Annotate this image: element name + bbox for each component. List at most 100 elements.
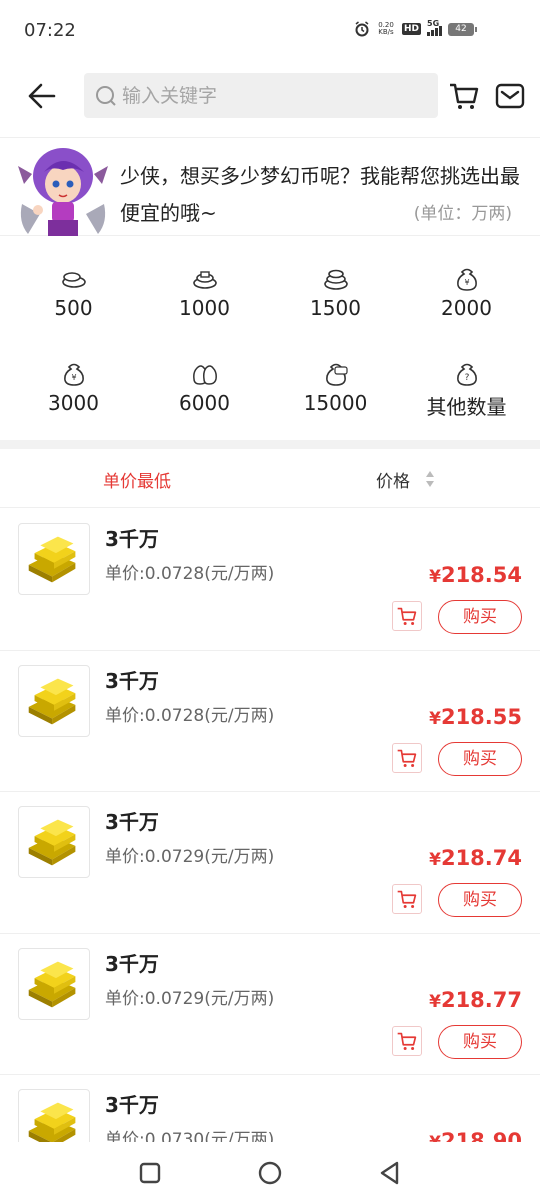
item-unit-price: 单价:0.0729(元/万两) bbox=[105, 988, 275, 1009]
search-box[interactable] bbox=[84, 73, 438, 118]
back-arrow-icon[interactable] bbox=[22, 80, 62, 112]
item-price: ¥218.55 bbox=[429, 705, 522, 729]
add-to-cart-icon[interactable] bbox=[392, 601, 422, 631]
price-value: 218.54 bbox=[440, 563, 522, 587]
home-icon[interactable] bbox=[257, 1160, 283, 1186]
coin-pile-icon bbox=[192, 271, 217, 289]
price-value: 218.77 bbox=[440, 987, 522, 1012]
system-nav-bar bbox=[0, 1142, 540, 1204]
buy-button[interactable]: 购买 bbox=[438, 883, 522, 917]
currency-symbol: ¥ bbox=[429, 708, 441, 729]
item-price: ¥218.90 bbox=[429, 1129, 522, 1142]
coin-stack-icon bbox=[323, 269, 348, 290]
hd-badge: HD bbox=[401, 23, 421, 35]
cart-icon[interactable] bbox=[448, 80, 480, 112]
item-unit-price: 单价:0.0729(元/万两) bbox=[105, 847, 275, 867]
alarm-icon bbox=[355, 21, 369, 37]
amount-label: 15000 bbox=[303, 391, 368, 415]
list-item[interactable]: 3千万 单价:0.0728(元/万两) ¥218.54 购买 bbox=[0, 509, 540, 651]
item-price: ¥218.54 bbox=[429, 563, 522, 587]
price-value: 218.90 bbox=[440, 1129, 522, 1142]
gold-bars-thumbnail bbox=[18, 523, 90, 595]
coin-pile-small-icon bbox=[61, 272, 86, 288]
list-item[interactable]: 3千万 单价:0.0729(元/万两) ¥218.77 购买 bbox=[0, 934, 540, 1075]
currency-symbol: ¥ bbox=[429, 850, 441, 870]
svg-text:?: ? bbox=[464, 373, 469, 383]
amount-label: 2000 bbox=[441, 296, 492, 320]
amount-label: 3000 bbox=[48, 391, 99, 415]
amount-option-6000[interactable]: 6000 bbox=[139, 343, 270, 438]
money-bag-icon: ¥ bbox=[63, 363, 84, 386]
money-bags-icon bbox=[192, 365, 217, 385]
currency-symbol: ¥ bbox=[429, 567, 441, 587]
message-icon[interactable] bbox=[494, 80, 526, 112]
item-unit-price: 单价:0.0730(元/万两) bbox=[105, 1130, 275, 1142]
list-item[interactable]: 3千万 单价:0.0729(元/万两) ¥218.74 购买 bbox=[0, 792, 540, 934]
amount-option-1000[interactable]: 1000 bbox=[139, 248, 270, 343]
recent-apps-icon[interactable] bbox=[137, 1160, 163, 1186]
section-divider bbox=[0, 440, 540, 449]
back-triangle-icon[interactable] bbox=[377, 1160, 403, 1186]
svg-text:¥: ¥ bbox=[464, 278, 469, 287]
item-title: 3千万 bbox=[105, 527, 159, 551]
item-title: 3千万 bbox=[105, 951, 159, 976]
item-price: ¥218.77 bbox=[429, 988, 522, 1012]
list-item[interactable]: 3千万 单价:0.0730(元/万两) ¥218.90 购买 bbox=[0, 1075, 540, 1142]
amount-label: 1000 bbox=[179, 296, 230, 320]
sort-bar: 单价最低 价格 bbox=[0, 449, 540, 508]
buy-button[interactable]: 购买 bbox=[438, 600, 522, 634]
gold-bars-thumbnail bbox=[18, 947, 90, 1020]
buy-button[interactable]: 购买 bbox=[438, 1024, 522, 1059]
gold-bars-thumbnail bbox=[18, 806, 90, 878]
currency-symbol: ¥ bbox=[429, 1133, 441, 1142]
money-bag-icon: ¥ bbox=[456, 268, 477, 291]
sort-price[interactable]: 价格 bbox=[376, 467, 410, 492]
amount-label: 其他数量 bbox=[426, 395, 507, 419]
add-to-cart-icon[interactable] bbox=[392, 742, 422, 773]
add-to-cart-icon[interactable] bbox=[392, 884, 422, 914]
mascot-avatar bbox=[18, 148, 108, 236]
amount-label: 1500 bbox=[310, 296, 361, 320]
currency-symbol: ¥ bbox=[429, 991, 441, 1012]
sort-arrows-icon[interactable] bbox=[424, 469, 436, 489]
sort-lowest-unit-price[interactable]: 单价最低 bbox=[103, 467, 171, 492]
amount-option-other[interactable]: ? 其他数量 bbox=[401, 343, 532, 438]
battery-icon: 42 bbox=[448, 22, 477, 36]
svg-text:¥: ¥ bbox=[71, 373, 76, 382]
amount-option-3000[interactable]: ¥ 3000 bbox=[8, 343, 139, 438]
amount-option-500[interactable]: 500 bbox=[8, 248, 139, 343]
list-item[interactable]: 3千万 单价:0.0728(元/万两) ¥218.55 购买 bbox=[0, 651, 540, 792]
header bbox=[0, 62, 540, 138]
gold-bars-thumbnail bbox=[18, 1089, 90, 1142]
money-bag-max-icon bbox=[325, 363, 348, 386]
network-type: 5G bbox=[427, 19, 440, 28]
banner: 少侠，想买多少梦幻币呢？我能帮您挑选出最便宜的哦~ (单位：万两) bbox=[0, 140, 540, 236]
item-title: 3千万 bbox=[105, 810, 159, 834]
gold-bars-thumbnail bbox=[18, 664, 90, 737]
money-bag-question-icon: ? bbox=[456, 363, 477, 386]
search-icon bbox=[96, 86, 116, 106]
item-title: 3千万 bbox=[105, 668, 159, 693]
amount-option-15000[interactable]: 15000 bbox=[270, 343, 401, 438]
item-title: 3千万 bbox=[105, 1093, 159, 1117]
add-to-cart-icon[interactable] bbox=[392, 1025, 422, 1056]
status-bar: 07:22 0.20 KB/s HD 5G 42 bbox=[0, 0, 540, 62]
item-unit-price: 单价:0.0728(元/万两) bbox=[105, 564, 275, 584]
net-speed: 0.20 KB/s bbox=[376, 22, 396, 36]
amount-option-2000[interactable]: ¥ 2000 bbox=[401, 248, 532, 343]
product-list: 3千万 单价:0.0728(元/万两) ¥218.54 购买 3千万 单价:0.… bbox=[0, 509, 540, 1142]
net-speed-unit: KB/s bbox=[378, 28, 394, 36]
amount-label: 500 bbox=[54, 296, 93, 320]
amount-label: 6000 bbox=[179, 391, 230, 415]
search-input[interactable] bbox=[122, 73, 422, 118]
buy-button[interactable]: 购买 bbox=[438, 741, 522, 776]
banner-unit: (单位：万两) bbox=[413, 204, 512, 224]
amount-grid: 500 1000 1500 ¥ 2000 ¥ 3000 6000 15000 ?… bbox=[0, 248, 540, 438]
status-time: 07:22 bbox=[24, 20, 76, 41]
item-price: ¥218.74 bbox=[429, 846, 522, 870]
signal-icon: 5G bbox=[427, 19, 442, 36]
price-value: 218.55 bbox=[440, 704, 522, 729]
price-value: 218.74 bbox=[440, 846, 522, 870]
amount-option-1500[interactable]: 1500 bbox=[270, 248, 401, 343]
status-icons: 0.20 KB/s HD 5G 42 bbox=[354, 19, 477, 37]
